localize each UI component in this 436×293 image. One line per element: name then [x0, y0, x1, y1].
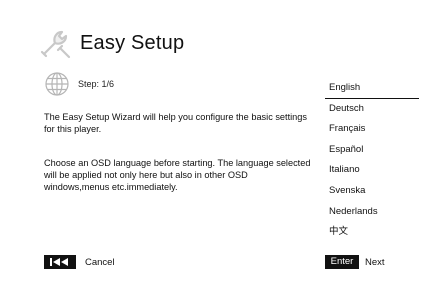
- language-list: English Deutsch Français Español Italian…: [325, 78, 419, 243]
- cancel-button[interactable]: Cancel: [44, 255, 115, 269]
- globe-icon: [45, 72, 69, 96]
- language-item-english[interactable]: English: [325, 78, 419, 99]
- easy-setup-screen: Easy Setup Step: 1/6 The Easy Setup Wiza…: [0, 0, 436, 293]
- header: Easy Setup: [38, 22, 184, 62]
- wrench-icon: [40, 30, 71, 59]
- language-item-francais[interactable]: Français: [325, 119, 419, 140]
- language-item-svenska[interactable]: Svenska: [325, 181, 419, 202]
- cancel-label: Cancel: [85, 256, 115, 268]
- intro-paragraph: The Easy Setup Wizard will help you conf…: [44, 112, 307, 134]
- language-item-nederlands[interactable]: Nederlands: [325, 202, 419, 223]
- next-button[interactable]: Enter Next: [325, 255, 385, 269]
- language-item-espanol[interactable]: Español: [325, 140, 419, 161]
- skip-back-icon: [44, 255, 76, 269]
- language-item-deutsch[interactable]: Deutsch: [325, 99, 419, 120]
- page-title: Easy Setup: [80, 31, 185, 54]
- step-label: Step: 1/6: [78, 79, 115, 89]
- language-item-chinese[interactable]: 中文: [325, 222, 419, 243]
- next-label: Next: [365, 256, 385, 268]
- instruction-paragraph: Choose an OSD language before starting. …: [44, 158, 311, 192]
- step-indicator: Step: 1/6: [44, 71, 114, 97]
- enter-key: Enter: [325, 255, 359, 269]
- language-item-italiano[interactable]: Italiano: [325, 160, 419, 181]
